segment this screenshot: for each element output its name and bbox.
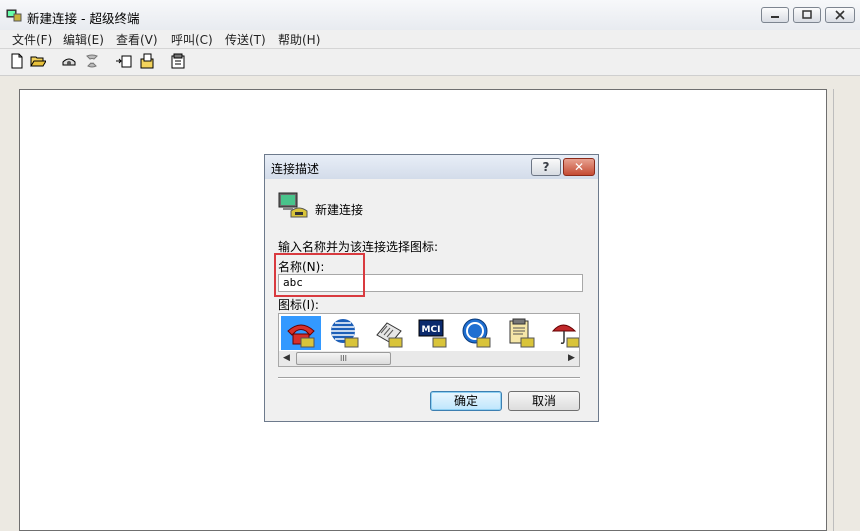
dialog-separator (278, 377, 580, 379)
scroll-left-icon[interactable]: ◀ (279, 351, 294, 366)
mci-logo-text: MCI (422, 325, 441, 335)
umbrella-icon (551, 324, 579, 348)
mci-icon: MCI (418, 319, 447, 348)
connection-name: 新建连接 (315, 203, 364, 217)
ge-icon (462, 318, 491, 348)
connection-description-dialog: 连接描述 ? ✕ 新建连接 输入名称并为该连接选择图标: 名称(N): abc … (264, 154, 599, 422)
scroll-thumb[interactable]: III (296, 352, 391, 365)
icon-list[interactable]: MCI ◀ III ▶ (278, 313, 580, 367)
menu-view[interactable]: 查看(V) (116, 31, 158, 48)
cancel-button[interactable]: 取消 (508, 391, 580, 411)
menu-bar: 文件(F) 编辑(E) 查看(V) 呼叫(C) 传送(T) 帮助(H) (0, 30, 860, 49)
menu-transfer[interactable]: 传送(T) (225, 31, 266, 48)
toolbar (0, 49, 860, 76)
new-icon[interactable] (9, 53, 25, 69)
close-icon: ✕ (573, 160, 585, 174)
file-icon (509, 318, 535, 348)
hyperterminal-icon (6, 9, 22, 22)
minimize-icon (771, 16, 779, 18)
receive-icon[interactable] (139, 53, 155, 69)
icon-option-fax[interactable] (369, 316, 409, 350)
dialog-title-bar: 连接描述 ? ✕ (265, 155, 598, 179)
scroll-right-icon[interactable]: ▶ (564, 351, 579, 366)
help-button[interactable]: ? (531, 158, 561, 176)
disconnect-icon[interactable] (84, 53, 100, 69)
fax-icon (376, 322, 403, 348)
vertical-scrollbar[interactable] (833, 89, 851, 531)
icon-label: 图标(I): (278, 298, 319, 312)
properties-icon[interactable] (170, 53, 186, 69)
icon-option-umbrella[interactable] (545, 316, 579, 350)
menu-edit[interactable]: 编辑(E) (63, 31, 104, 48)
open-icon[interactable] (30, 53, 46, 69)
globe-icon (331, 319, 359, 348)
menu-call[interactable]: 呼叫(C) (171, 31, 213, 48)
connection-icon (278, 192, 308, 218)
phone-icon (287, 324, 315, 348)
restore-icon (802, 10, 812, 19)
dialog-close-button[interactable]: ✕ (563, 158, 595, 176)
call-icon[interactable] (61, 53, 77, 69)
help-icon: ? (542, 160, 550, 174)
annotation-highlight-box (274, 253, 365, 297)
ok-button[interactable]: 确定 (430, 391, 502, 411)
menu-help[interactable]: 帮助(H) (278, 31, 320, 48)
minimize-button[interactable] (761, 7, 789, 23)
icon-option-file[interactable] (501, 316, 541, 350)
close-icon (835, 10, 845, 20)
send-icon[interactable] (116, 53, 132, 69)
close-window-button[interactable] (825, 7, 855, 23)
window-title: 新建连接 - 超级终端 (27, 11, 140, 26)
icon-list-scrollbar[interactable]: ◀ III ▶ (279, 351, 579, 366)
icon-option-phone[interactable] (281, 316, 321, 350)
title-bar: 新建连接 - 超级终端 (0, 0, 860, 30)
icon-option-mci[interactable]: MCI (413, 316, 453, 350)
icon-option-ge[interactable] (457, 316, 497, 350)
dialog-title: 连接描述 (271, 162, 320, 176)
menu-file[interactable]: 文件(F) (12, 31, 52, 48)
restore-button[interactable] (793, 7, 821, 23)
icon-option-globe[interactable] (325, 316, 365, 350)
